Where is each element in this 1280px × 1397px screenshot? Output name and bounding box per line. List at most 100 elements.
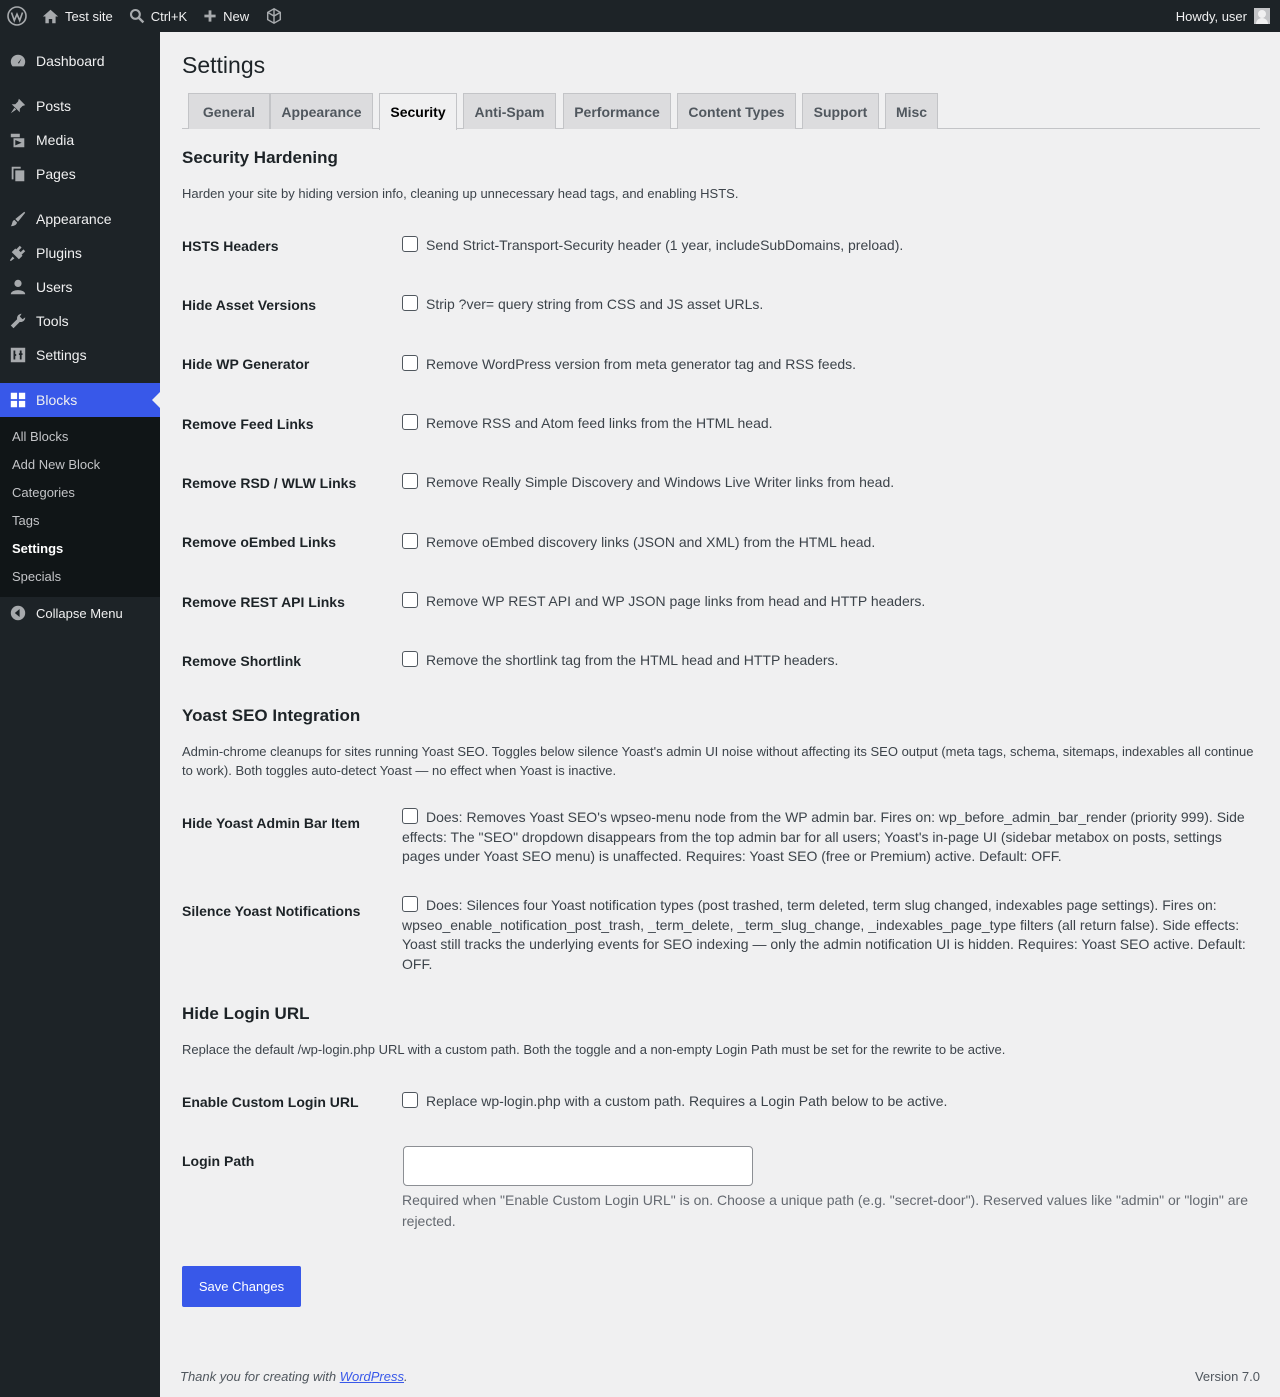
- cube-icon[interactable]: [257, 0, 297, 32]
- sidebar-item-blocks[interactable]: Blocks: [0, 383, 160, 417]
- tab-appearance[interactable]: Appearance: [270, 93, 373, 129]
- hide-wp-generator-checkbox[interactable]: [402, 355, 418, 371]
- setting-label-enable-custom-login: Enable Custom Login URL: [182, 1094, 359, 1110]
- collapse-arrow-icon: [10, 605, 26, 621]
- media-icon: [10, 133, 25, 148]
- admin-bar: Test site Ctrl+K New Howdy, user: [0, 0, 1280, 32]
- tab-performance[interactable]: Performance: [563, 93, 671, 129]
- setting-desc: Replace wp-login.php with a custom path.…: [426, 1093, 948, 1109]
- hide-yoast-admin-bar-checkbox[interactable]: [402, 808, 418, 824]
- section-title-yoast: Yoast SEO Integration: [182, 706, 361, 725]
- sidebar-item-appearance[interactable]: Appearance: [0, 202, 160, 236]
- footer-thanks: Thank you for creating with WordPress.: [180, 1369, 408, 1384]
- search-shortcut[interactable]: Ctrl+K: [121, 0, 195, 32]
- sidebar-item-media[interactable]: Media: [0, 123, 160, 157]
- sidebar-item-label: Pages: [36, 166, 76, 182]
- setting-label-hide-wp-generator: Hide WP Generator: [182, 356, 310, 372]
- tab-anti-spam[interactable]: Anti-Spam: [463, 93, 556, 129]
- pages-icon: [11, 166, 25, 182]
- site-name-link[interactable]: Test site: [34, 0, 121, 32]
- blocks-icon: [10, 392, 26, 408]
- sidebar-item-users[interactable]: Users: [0, 270, 160, 304]
- submenu-specials[interactable]: Specials: [12, 569, 61, 584]
- remove-shortlink-checkbox[interactable]: [402, 651, 418, 667]
- setting-field-remove-feed-links: Remove RSS and Atom feed links from the …: [402, 414, 1252, 434]
- search-icon: [129, 8, 144, 24]
- setting-desc: Remove WordPress version from meta gener…: [426, 356, 857, 372]
- hide-asset-versions-checkbox[interactable]: [402, 295, 418, 311]
- setting-field-silence-yoast-notifications: Does: Silences four Yoast notification t…: [402, 896, 1252, 974]
- avatar: [1254, 8, 1270, 24]
- sidebar-item-plugins[interactable]: Plugins: [0, 236, 160, 270]
- tab-misc[interactable]: Misc: [885, 93, 938, 129]
- setting-field-remove-rsd-wlw: Remove Really Simple Discovery and Windo…: [402, 473, 1252, 493]
- my-account[interactable]: Howdy, user: [1168, 0, 1280, 32]
- submenu-tags[interactable]: Tags: [12, 513, 39, 528]
- setting-field-hsts: Send Strict-Transport-Security header (1…: [402, 236, 1252, 256]
- wordpress-logo-icon[interactable]: [0, 0, 34, 32]
- setting-label-hide-yoast-admin-bar: Hide Yoast Admin Bar Item: [182, 815, 360, 831]
- sidebar-item-label: Users: [36, 279, 73, 295]
- plus-icon: [204, 10, 216, 22]
- setting-desc: Remove WP REST API and WP JSON page link…: [426, 593, 926, 609]
- setting-desc: Does: Removes Yoast SEO's wpseo-menu nod…: [402, 809, 1245, 864]
- new-content-button[interactable]: New: [195, 0, 257, 32]
- user-icon: [10, 279, 26, 295]
- enable-custom-login-checkbox[interactable]: [402, 1092, 418, 1108]
- settings-tabs: General Appearance Security Anti-Spam Pe…: [182, 93, 1260, 130]
- tab-security[interactable]: Security: [379, 93, 457, 130]
- section-title-login: Hide Login URL: [182, 1004, 310, 1023]
- submenu-categories[interactable]: Categories: [12, 485, 75, 500]
- section-title-security: Security Hardening: [182, 148, 338, 167]
- sidebar-item-settings[interactable]: Settings: [0, 338, 160, 372]
- setting-desc: Strip ?ver= query string from CSS and JS…: [426, 296, 764, 312]
- sidebar-item-dashboard[interactable]: Dashboard: [0, 44, 160, 78]
- sidebar-item-label: Dashboard: [36, 53, 105, 69]
- remove-oembed-checkbox[interactable]: [402, 533, 418, 549]
- blocks-submenu: All Blocks Add New Block Categories Tags…: [0, 417, 160, 597]
- collapse-menu-label: Collapse Menu: [36, 605, 123, 621]
- submenu-settings[interactable]: Settings: [12, 541, 63, 556]
- sidebar-item-label: Blocks: [36, 392, 78, 408]
- remove-feed-links-checkbox[interactable]: [402, 414, 418, 430]
- sidebar-item-label: Plugins: [36, 245, 82, 261]
- submenu-all-blocks[interactable]: All Blocks: [12, 429, 68, 444]
- login-path-help: Required when "Enable Custom Login URL" …: [402, 1192, 1248, 1229]
- home-icon: [42, 9, 59, 23]
- setting-label-remove-feed-links: Remove Feed Links: [182, 416, 314, 432]
- footer-thanks-prefix: Thank you for creating with: [180, 1369, 340, 1384]
- tab-general[interactable]: General: [188, 93, 270, 129]
- login-path-input[interactable]: [403, 1146, 753, 1186]
- setting-label-remove-rest-api: Remove REST API Links: [182, 594, 345, 610]
- page-title: Settings: [182, 52, 266, 78]
- section-desc-security: Harden your site by hiding version info,…: [182, 186, 739, 201]
- remove-rest-api-checkbox[interactable]: [402, 592, 418, 608]
- remove-rsd-wlw-checkbox[interactable]: [402, 473, 418, 489]
- setting-field-hide-asset-versions: Strip ?ver= query string from CSS and JS…: [402, 295, 1252, 315]
- section-desc-login: Replace the default /wp-login.php URL wi…: [182, 1042, 1006, 1057]
- site-name: Test site: [65, 8, 113, 24]
- silence-yoast-notifications-checkbox[interactable]: [402, 896, 418, 912]
- setting-field-hide-wp-generator: Remove WordPress version from meta gener…: [402, 355, 1252, 375]
- setting-label-login-path: Login Path: [182, 1153, 255, 1169]
- setting-field-remove-rest-api: Remove WP REST API and WP JSON page link…: [402, 592, 1252, 612]
- save-changes-button[interactable]: Save Changes: [182, 1266, 301, 1307]
- submenu-add-new-block[interactable]: Add New Block: [12, 457, 100, 472]
- setting-desc: Remove oEmbed discovery links (JSON and …: [426, 534, 876, 550]
- collapse-menu-button[interactable]: Collapse Menu: [0, 598, 160, 628]
- setting-field-remove-oembed: Remove oEmbed discovery links (JSON and …: [402, 533, 1252, 553]
- setting-field-remove-shortlink: Remove the shortlink tag from the HTML h…: [402, 651, 1252, 671]
- search-shortcut-label: Ctrl+K: [150, 8, 188, 24]
- tab-content-types[interactable]: Content Types: [677, 93, 796, 129]
- sidebar-item-pages[interactable]: Pages: [0, 157, 160, 191]
- wordpress-link[interactable]: WordPress: [340, 1369, 404, 1384]
- setting-label-remove-shortlink: Remove Shortlink: [182, 653, 302, 669]
- sidebar-item-tools[interactable]: Tools: [0, 304, 160, 338]
- setting-desc: Send Strict-Transport-Security header (1…: [426, 237, 904, 253]
- setting-field-enable-custom-login: Replace wp-login.php with a custom path.…: [402, 1092, 1252, 1112]
- hsts-checkbox[interactable]: [402, 236, 418, 252]
- sidebar-item-posts[interactable]: Posts: [0, 89, 160, 123]
- setting-desc: Remove RSS and Atom feed links from the …: [426, 415, 773, 431]
- tab-support[interactable]: Support: [802, 93, 879, 129]
- sidebar-item-label: Media: [36, 132, 75, 148]
